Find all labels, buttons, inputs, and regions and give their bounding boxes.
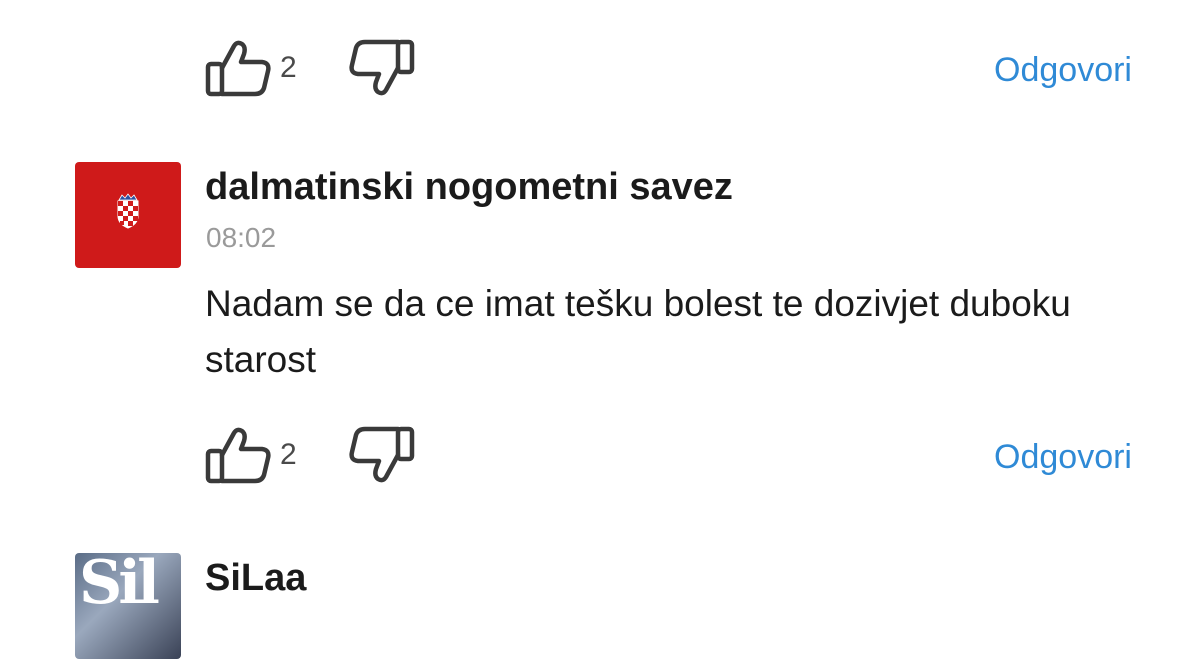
thumbs-up-icon bbox=[205, 40, 271, 97]
like-count: 2 bbox=[280, 51, 297, 84]
comment-author[interactable]: SiLaa bbox=[205, 555, 306, 601]
thumbs-up-icon bbox=[205, 427, 271, 484]
avatar[interactable]: Sil bbox=[75, 553, 181, 659]
dislike-button[interactable] bbox=[344, 28, 424, 108]
comment-text: Nadam se da ce imat tešku bolest te dozi… bbox=[205, 283, 1071, 380]
reply-link[interactable]: Odgovori bbox=[994, 435, 1132, 479]
reply-link[interactable]: Odgovori bbox=[994, 48, 1132, 92]
like-button[interactable]: 2 bbox=[200, 28, 310, 108]
comment-time: 08:02 bbox=[206, 222, 277, 253]
thumbs-down-icon bbox=[349, 426, 415, 483]
comment-author[interactable]: dalmatinski nogometni savez bbox=[205, 164, 733, 210]
like-button[interactable]: 2 bbox=[200, 415, 310, 495]
action-row-previous: 2 Odgovori bbox=[0, 28, 1200, 108]
avatar[interactable] bbox=[75, 162, 181, 268]
action-row-comment1: 2 Odgovori bbox=[0, 415, 1200, 495]
dislike-button[interactable] bbox=[344, 415, 424, 495]
like-count: 2 bbox=[280, 438, 297, 471]
croatian-checkerboard-crest-icon bbox=[117, 193, 139, 229]
thumbs-down-icon bbox=[349, 39, 415, 96]
avatar-photo-image: Sil bbox=[79, 553, 160, 618]
